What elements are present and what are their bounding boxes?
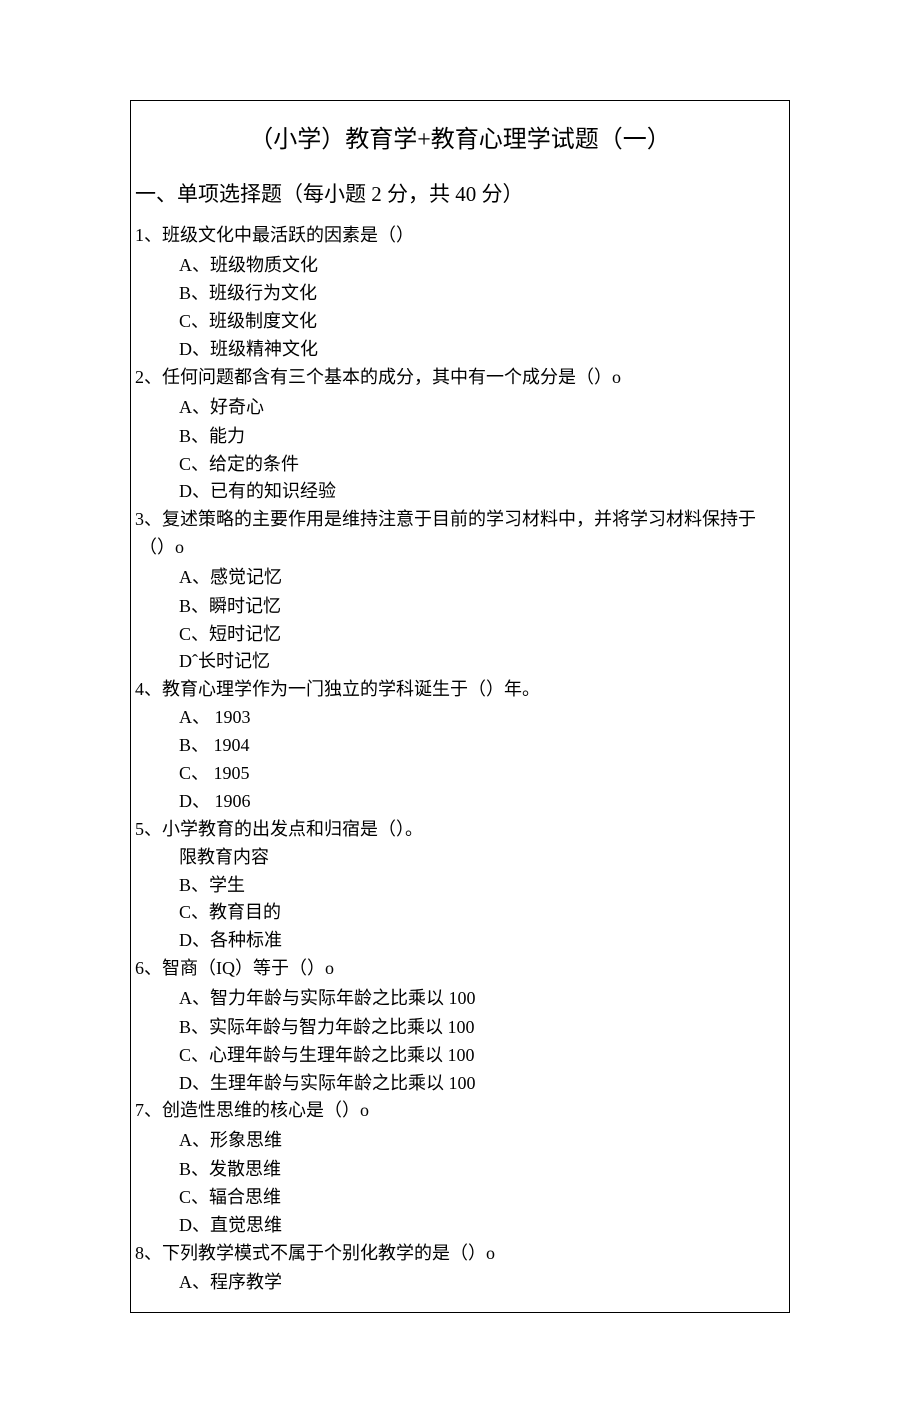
- question-5: 5、小学教育的出发点和归宿是（）。 限教育内容 B、学生 C、教育目的 D、各种…: [135, 816, 785, 955]
- question-4: 4、教育心理学作为一门独立的学科诞生于（）年。 A、 1903 B、 1904 …: [135, 676, 785, 815]
- question-stem-line2: （）o: [139, 534, 785, 562]
- question-stem: 6、智商（IQ）等于（）o: [135, 955, 785, 983]
- option-a: A、智力年龄与实际年龄之比乘以 100: [179, 983, 785, 1014]
- option-d: D、直觉思维: [179, 1212, 785, 1240]
- question-stem: 4、教育心理学作为一门独立的学科诞生于（）年。: [135, 676, 785, 704]
- question-6: 6、智商（IQ）等于（）o A、智力年龄与实际年龄之比乘以 100 B、实际年龄…: [135, 955, 785, 1097]
- question-3: 3、复述策略的主要作用是维持注意于目前的学习材料中，并将学习材料保持于 （）o …: [135, 506, 785, 676]
- option-b: B、学生: [179, 872, 785, 900]
- question-stem: 2、任何问题都含有三个基本的成分，其中有一个成分是（）o: [135, 364, 785, 392]
- question-8: 8、下列教学模式不属于个别化教学的是（）o A、程序教学: [135, 1240, 785, 1298]
- option-d: D、生理年龄与实际年龄之比乘以 100: [179, 1070, 785, 1098]
- document-title: （小学）教育学+教育心理学试题（一）: [131, 119, 789, 154]
- page-frame: （小学）教育学+教育心理学试题（一） 一、单项选择题（每小题 2 分，共 40 …: [130, 100, 790, 1313]
- option-a: A、形象思维: [179, 1125, 785, 1156]
- option-a: A、好奇心: [179, 392, 785, 423]
- question-stem: 1、班级文化中最活跃的因素是（）: [135, 222, 785, 250]
- option-a: A、班级物质文化: [179, 250, 785, 281]
- section-header: 一、单项选择题（每小题 2 分，共 40 分）: [135, 178, 789, 208]
- option-d: Dˆ长时记忆: [179, 648, 785, 676]
- question-7: 7、创造性思维的核心是（）o A、形象思维 B、发散思维 C、辐合思维 D、直觉…: [135, 1097, 785, 1239]
- option-b: B、班级行为文化: [179, 280, 785, 308]
- option-d: D、各种标准: [179, 927, 785, 955]
- option-a: A、感觉记忆: [179, 562, 785, 593]
- option-b: B、 1904: [179, 732, 785, 760]
- option-c: C、辐合思维: [179, 1184, 785, 1212]
- option-b: B、能力: [179, 423, 785, 451]
- option-b: B、瞬时记忆: [179, 593, 785, 621]
- option-c: C、班级制度文化: [179, 308, 785, 336]
- option-c: C、 1905: [179, 760, 785, 788]
- option-c: C、心理年龄与生理年龄之比乘以 100: [179, 1042, 785, 1070]
- question-1: 1、班级文化中最活跃的因素是（） A、班级物质文化 B、班级行为文化 C、班级制…: [135, 222, 785, 364]
- question-stem-line1: 3、复述策略的主要作用是维持注意于目前的学习材料中，并将学习材料保持于: [135, 506, 785, 534]
- option-b: B、实际年龄与智力年龄之比乘以 100: [179, 1014, 785, 1042]
- option-c: C、给定的条件: [179, 451, 785, 479]
- option-a: A、程序教学: [179, 1267, 785, 1298]
- option-d: D、已有的知识经验: [179, 478, 785, 506]
- question-stem: 5、小学教育的出发点和归宿是（）。: [135, 816, 785, 844]
- option-d: D、 1906: [179, 788, 785, 816]
- option-a: A、 1903: [179, 704, 785, 732]
- option-c: C、教育目的: [179, 899, 785, 927]
- question-2: 2、任何问题都含有三个基本的成分，其中有一个成分是（）o A、好奇心 B、能力 …: [135, 364, 785, 506]
- question-stem: 8、下列教学模式不属于个别化教学的是（）o: [135, 1240, 785, 1268]
- option-d: D、班级精神文化: [179, 336, 785, 364]
- question-stem: 7、创造性思维的核心是（）o: [135, 1097, 785, 1125]
- option-c: C、短时记忆: [179, 621, 785, 649]
- option-b: B、发散思维: [179, 1156, 785, 1184]
- option-a: 限教育内容: [179, 844, 785, 872]
